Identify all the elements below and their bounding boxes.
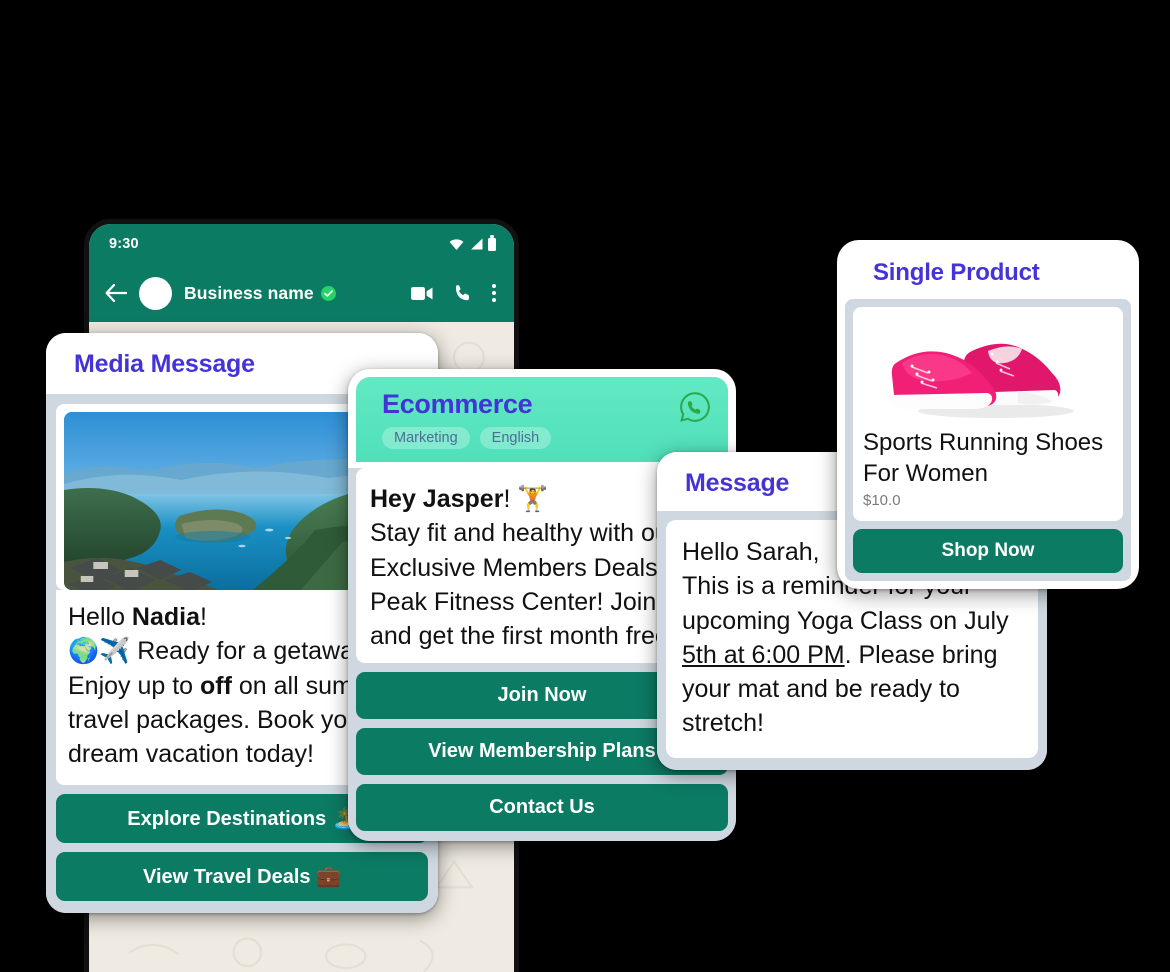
single-product-card: Single Product Sports Running Shoes For … — [837, 240, 1139, 590]
screenshot-stage: 9:30 Business name Media Message Hello N… — [0, 0, 1170, 972]
pink-sneakers-photo — [889, 343, 1074, 418]
chat-actions — [411, 284, 500, 303]
chip-language[interactable]: English — [479, 427, 552, 449]
weightlifter-emoji: 🏋️ — [517, 484, 549, 513]
back-arrow-icon[interactable] — [105, 284, 127, 302]
contact-us-button[interactable]: Contact Us — [356, 784, 728, 832]
ecommerce-chips: Marketing English — [382, 427, 712, 449]
ecommerce-header: Ecommerce Marketing English — [356, 377, 728, 462]
message-datetime: 5th at 6:00 PM — [682, 640, 845, 669]
product-detail-bubble: Sports Running Shoes For Women $10.0 — [853, 307, 1123, 522]
view-travel-deals-button[interactable]: View Travel Deals 💼 — [56, 852, 428, 902]
battery-icon — [488, 235, 496, 251]
avatar[interactable] — [139, 276, 172, 310]
voice-call-icon[interactable] — [453, 284, 472, 303]
shop-now-button[interactable]: Shop Now — [853, 529, 1123, 574]
message-line1: Hello Sarah, — [682, 538, 820, 566]
wifi-icon — [449, 238, 464, 250]
single-product-title: Single Product — [845, 248, 1131, 299]
verified-check-icon — [320, 285, 336, 301]
ecommerce-greeting: Hey Jasper! 🏋️ — [370, 484, 549, 513]
chip-category[interactable]: Marketing — [382, 427, 470, 449]
chat-app-bar: Business name — [89, 264, 514, 322]
ecommerce-title: Ecommerce — [382, 389, 533, 419]
globe-plane-emoji: 🌍✈️ — [68, 636, 131, 666]
product-price: $10.0 — [863, 492, 901, 510]
business-identity[interactable]: Business name — [184, 283, 399, 304]
media-text-line1: Hello Nadia! — [68, 603, 207, 631]
status-bar-time: 9:30 — [109, 236, 139, 252]
video-call-icon[interactable] — [411, 286, 433, 301]
business-name-label: Business name — [184, 282, 314, 303]
status-bar-icons — [449, 235, 496, 251]
signal-icon — [471, 238, 483, 250]
whatsapp-icon — [680, 392, 710, 422]
product-name: Sports Running Shoes For Women — [863, 429, 1104, 488]
status-bar: 9:30 — [89, 224, 514, 264]
overflow-menu-icon[interactable] — [492, 284, 496, 302]
single-product-body: Sports Running Shoes For Women $10.0 Sho… — [845, 299, 1131, 582]
